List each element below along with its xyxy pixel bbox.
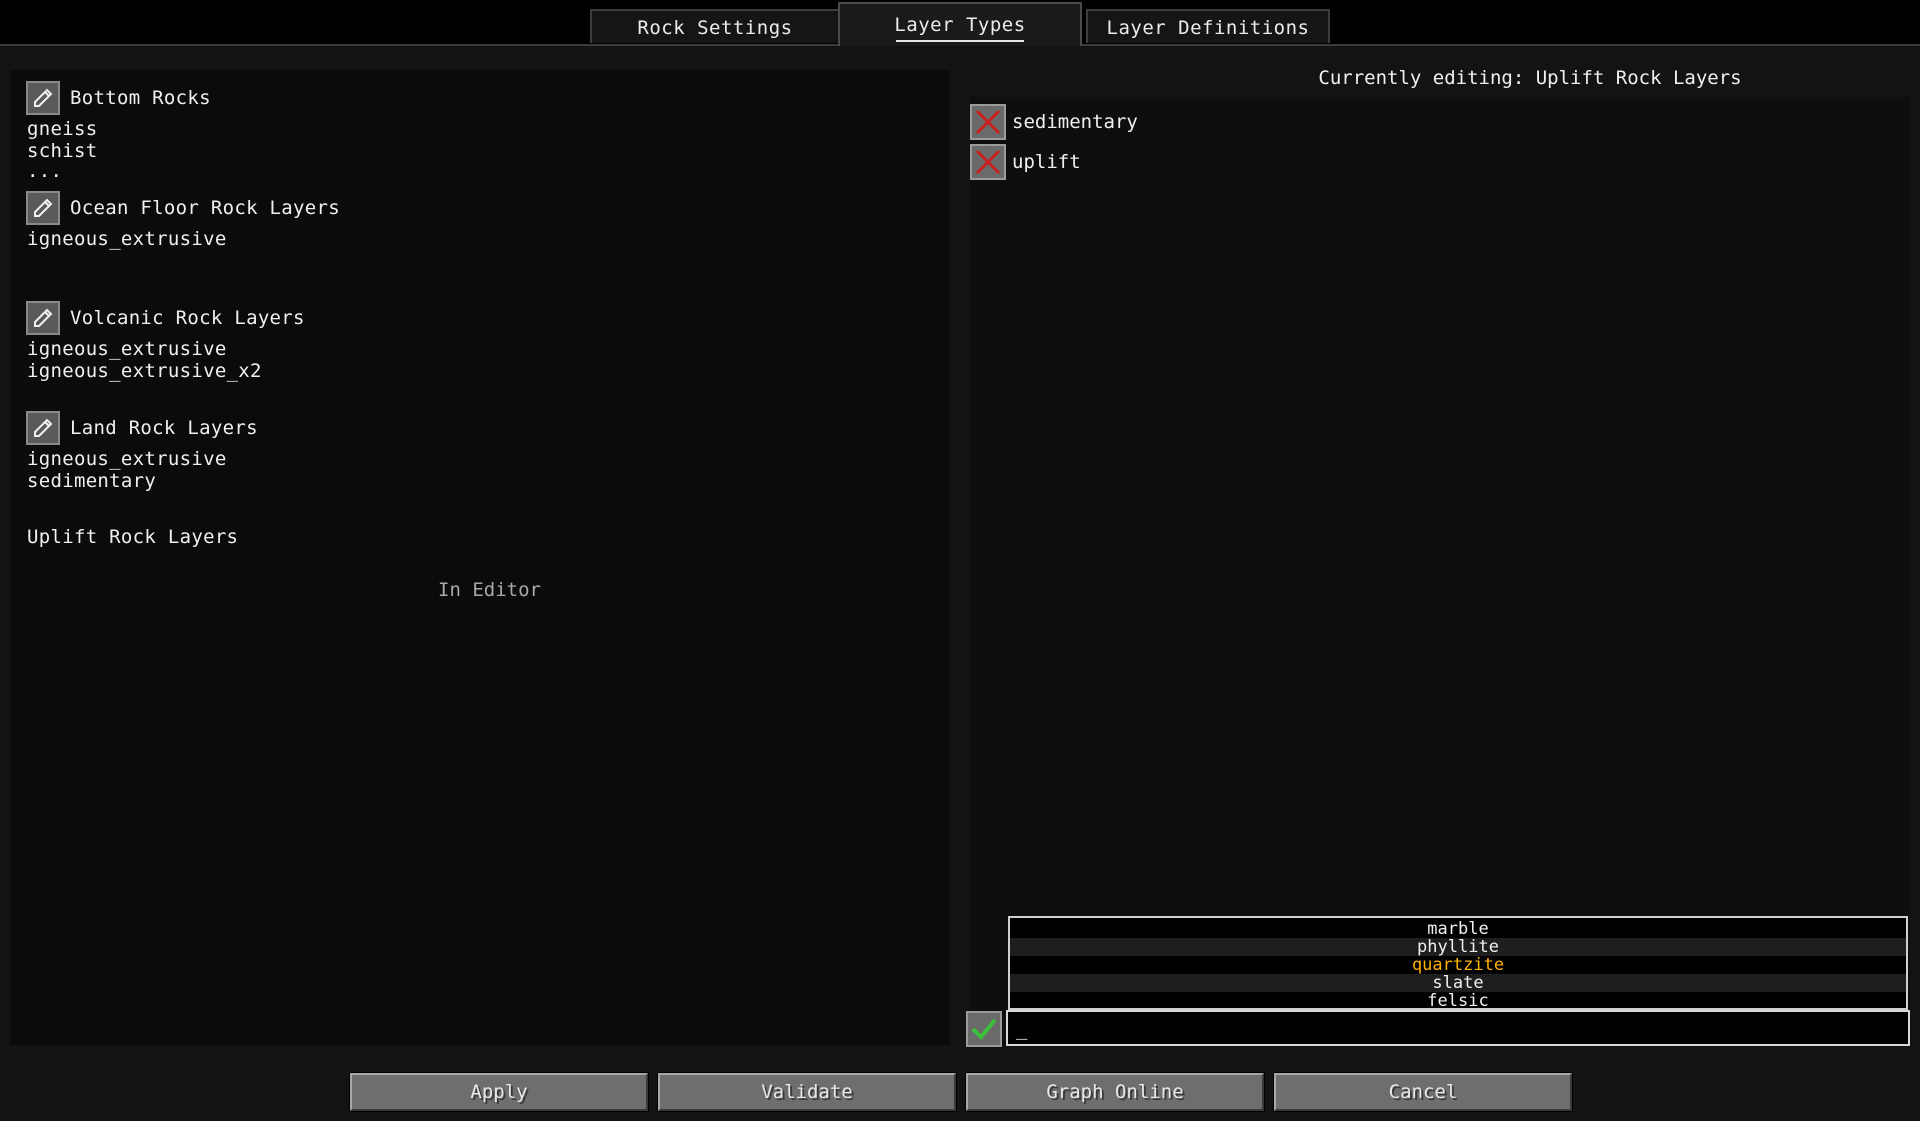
autocomplete-suggestions: marble phyllite quartzite slate felsic	[1008, 916, 1908, 1010]
group-item-more: ...	[27, 160, 63, 182]
group-item: gneiss	[27, 118, 98, 140]
layer-editor-panel	[970, 97, 1910, 1045]
group-title: Land Rock Layers	[70, 417, 258, 439]
group-header-ocean-floor: Ocean Floor Rock Layers	[26, 191, 340, 225]
remove-uplift-button[interactable]	[970, 144, 1006, 180]
edit-bottom-rocks-button[interactable]	[26, 81, 60, 115]
tab-layer-types[interactable]: Layer Types	[838, 2, 1082, 46]
pencil-icon	[34, 88, 53, 107]
tab-label: Rock Settings	[637, 17, 793, 39]
tab-rock-settings[interactable]: Rock Settings	[590, 9, 840, 43]
pencil-icon	[34, 418, 53, 437]
in-editor-label: In Editor	[438, 579, 541, 601]
group-item: igneous_extrusive_x2	[27, 360, 262, 382]
suggestion-item[interactable]: phyllite	[1010, 938, 1906, 956]
validate-button[interactable]: Validate	[657, 1072, 957, 1112]
x-icon	[975, 149, 1001, 175]
group-item: igneous_extrusive	[27, 448, 227, 470]
pencil-icon	[34, 308, 53, 327]
group-header-volcanic: Volcanic Rock Layers	[26, 301, 305, 335]
remove-sedimentary-button[interactable]	[970, 104, 1006, 140]
layer-name: uplift	[1012, 151, 1081, 173]
tab-label: Layer Definitions	[1106, 17, 1310, 39]
edit-volcanic-button[interactable]	[26, 301, 60, 335]
tab-layer-definitions[interactable]: Layer Definitions	[1086, 9, 1330, 43]
active-tab-indicator	[896, 40, 1024, 42]
group-title: Ocean Floor Rock Layers	[70, 197, 340, 219]
layer-item-uplift: uplift	[970, 144, 1081, 180]
suggestion-item[interactable]: felsic	[1010, 992, 1906, 1010]
group-item: igneous_extrusive	[27, 228, 227, 250]
group-item: schist	[27, 140, 98, 162]
group-title: Bottom Rocks	[70, 87, 211, 109]
apply-button[interactable]: Apply	[349, 1072, 649, 1112]
graph-online-button[interactable]: Graph Online	[965, 1072, 1265, 1112]
editing-group-title: Uplift Rock Layers	[27, 526, 239, 548]
currently-editing-title: Currently editing: Uplift Rock Layers	[1318, 67, 1742, 89]
layer-name: sedimentary	[1012, 111, 1138, 133]
layer-item-sedimentary: sedimentary	[970, 104, 1138, 140]
suggestion-item[interactable]: slate	[1010, 974, 1906, 992]
pencil-icon	[34, 198, 53, 217]
edit-land-button[interactable]	[26, 411, 60, 445]
suggestion-item[interactable]: marble	[1010, 920, 1906, 938]
group-title: Volcanic Rock Layers	[70, 307, 305, 329]
group-item: igneous_extrusive	[27, 338, 227, 360]
edit-ocean-floor-button[interactable]	[26, 191, 60, 225]
checkmark-icon	[971, 1018, 997, 1040]
group-header-bottom-rocks: Bottom Rocks	[26, 81, 211, 115]
cancel-button[interactable]: Cancel	[1273, 1072, 1573, 1112]
group-item: sedimentary	[27, 470, 157, 492]
x-icon	[975, 109, 1001, 135]
layer-name-input[interactable]: _	[1006, 1010, 1910, 1046]
add-layer-confirm-button[interactable]	[966, 1011, 1002, 1047]
suggestion-item-highlighted[interactable]: quartzite	[1010, 956, 1906, 974]
group-header-land: Land Rock Layers	[26, 411, 258, 445]
tab-label: Layer Types	[894, 14, 1026, 36]
